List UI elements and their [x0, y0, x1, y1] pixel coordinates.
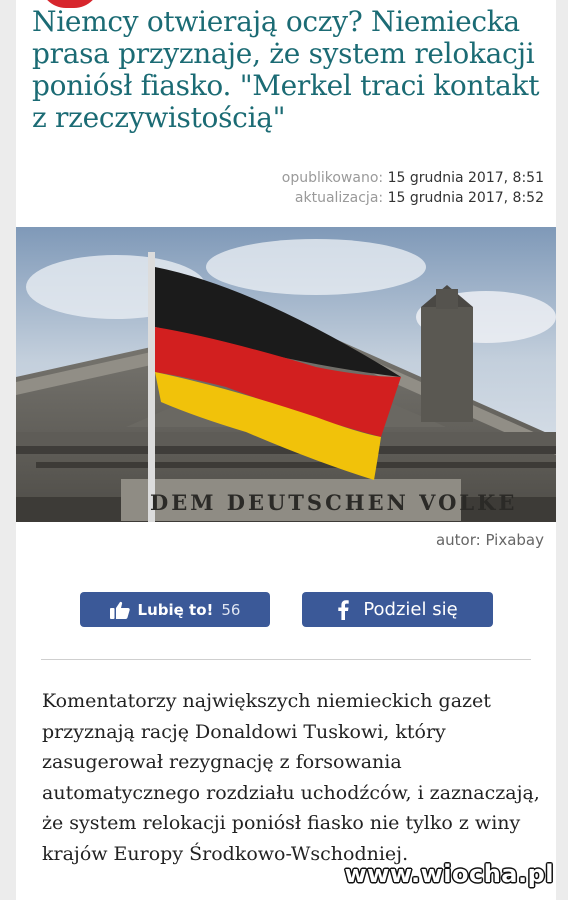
published-date: opublikowano: 15 grudnia 2017, 8:51	[144, 170, 544, 186]
reichstag-tower	[421, 285, 473, 422]
article-card: Niemcy otwierają oczy? Niemiecka prasa p…	[16, 0, 556, 900]
article-lead: Komentatorzy największych niemieckich ga…	[42, 690, 540, 865]
updated-date: aktualizacja: 15 grudnia 2017, 8:52	[144, 190, 544, 206]
published-label: opublikowano:	[281, 170, 384, 186]
like-count: 56	[221, 600, 241, 619]
article-photo: DEM DEUTSCHEN VOLKE	[16, 227, 556, 522]
thumbs-up-icon	[109, 601, 130, 619]
photo-credit: autor: Pixabay	[435, 531, 544, 549]
section-divider	[41, 659, 531, 660]
facebook-f-icon	[337, 599, 350, 620]
article-headline: Niemcy otwierają oczy? Niemiecka prasa p…	[32, 5, 540, 134]
facebook-share-button[interactable]: Podziel się	[302, 592, 493, 627]
site-watermark: www.wiocha.pl	[344, 860, 554, 888]
updated-value: 15 grudnia 2017, 8:52	[387, 190, 544, 206]
share-label: Podziel się	[363, 599, 458, 620]
facebook-like-button[interactable]: Lubię to! 56	[80, 592, 270, 627]
updated-label: aktualizacja:	[294, 190, 384, 206]
published-value: 15 grudnia 2017, 8:51	[387, 170, 544, 186]
photo-inscription: DEM DEUTSCHEN VOLKE	[150, 490, 517, 515]
like-label: Lubię to!	[137, 600, 214, 619]
